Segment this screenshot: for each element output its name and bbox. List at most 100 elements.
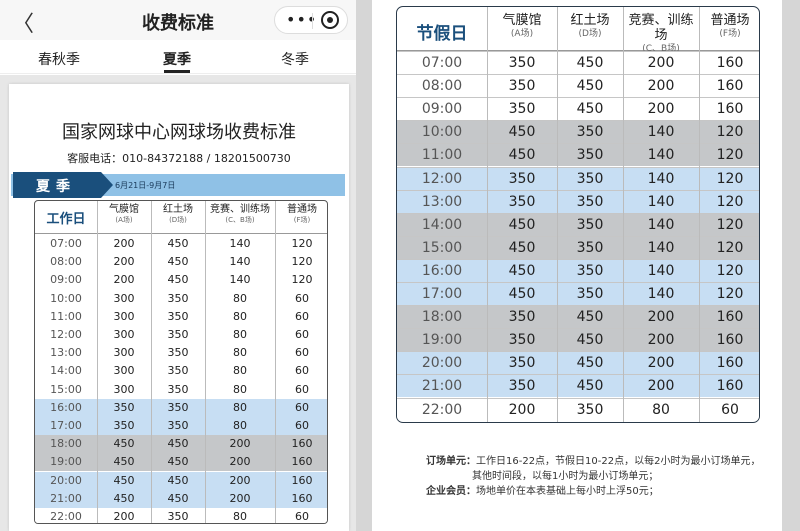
table-row: 07:00 200 450 140 120 bbox=[35, 235, 327, 253]
table-row: 12:00 350 350 140 120 bbox=[397, 166, 759, 190]
time-cell: 11:00 bbox=[50, 309, 82, 323]
price-cell: 140 bbox=[647, 216, 675, 233]
document-title: 国家网球中心网球场收费标准 bbox=[62, 122, 296, 143]
time-cell: 07:00 bbox=[421, 55, 463, 71]
price-cell: 300 bbox=[113, 346, 135, 360]
price-cell: 350 bbox=[167, 309, 189, 323]
price-cell: 200 bbox=[647, 78, 675, 95]
price-cell: 450 bbox=[113, 491, 135, 505]
column-sub: (D场) bbox=[169, 216, 187, 224]
price-cell: 140 bbox=[647, 239, 675, 256]
price-cell: 450 bbox=[576, 378, 604, 395]
nav-bar: 〈 收费标准 ••• bbox=[0, 0, 356, 40]
column-divider bbox=[97, 201, 98, 523]
record-target-icon[interactable] bbox=[321, 11, 339, 29]
price-cell: 140 bbox=[647, 286, 675, 302]
price-cell: 300 bbox=[113, 328, 135, 341]
price-cell: 450 bbox=[113, 437, 135, 451]
column-sub: (D场) bbox=[578, 29, 602, 39]
holiday-price-table: 节假日 气膜馆 (A场) 红土场 (D场) 竞赛、训练场 (C、B场) 普通场 (F场)… bbox=[396, 6, 760, 423]
tab-winter[interactable]: 冬季 bbox=[255, 49, 335, 69]
price-cell: 160 bbox=[716, 55, 744, 71]
column-name: 竞赛、训练场 bbox=[628, 13, 694, 43]
price-cell: 60 bbox=[295, 382, 309, 396]
time-cell: 16:00 bbox=[50, 400, 82, 414]
price-cell: 450 bbox=[576, 55, 604, 71]
price-cell: 200 bbox=[229, 491, 251, 505]
price-cell: 120 bbox=[291, 255, 313, 269]
active-tab-indicator bbox=[164, 70, 190, 73]
price-cell: 80 bbox=[233, 400, 247, 414]
holiday-header: 节假日 bbox=[416, 24, 468, 44]
column-sub: (A场) bbox=[510, 29, 534, 39]
column-divider bbox=[275, 201, 276, 523]
price-cell: 160 bbox=[291, 473, 313, 487]
price-cell: 350 bbox=[508, 378, 536, 395]
price-cell: 350 bbox=[508, 170, 536, 187]
price-cell: 120 bbox=[291, 273, 313, 287]
price-cell: 80 bbox=[233, 382, 247, 396]
table-row: 11:00 450 350 140 120 bbox=[397, 143, 759, 167]
price-cell: 80 bbox=[233, 346, 247, 360]
price-cell: 160 bbox=[291, 491, 313, 505]
booking-unit-line2: 其他时间段，以每1小时为最小订场单元； bbox=[472, 471, 659, 482]
time-cell: 07:00 bbox=[50, 237, 82, 250]
price-cell: 160 bbox=[291, 437, 313, 451]
time-cell: 17:00 bbox=[421, 286, 463, 302]
column-name: 红土场 bbox=[570, 13, 610, 28]
price-cell: 80 bbox=[233, 419, 247, 432]
capsule-divider bbox=[312, 13, 313, 29]
time-cell: 19:00 bbox=[50, 455, 82, 469]
column-header: 竞赛、训练场 (C、B场) bbox=[623, 13, 699, 55]
price-cell: 140 bbox=[647, 170, 675, 187]
price-cell: 450 bbox=[167, 237, 189, 250]
price-cell: 350 bbox=[576, 262, 604, 279]
price-cell: 350 bbox=[167, 364, 189, 378]
price-cell: 120 bbox=[716, 286, 744, 302]
time-cell: 09:00 bbox=[50, 273, 82, 287]
time-cell: 14:00 bbox=[50, 364, 82, 378]
time-cell: 17:00 bbox=[50, 419, 82, 432]
time-cell: 21:00 bbox=[421, 378, 463, 395]
price-cell: 450 bbox=[576, 332, 604, 349]
price-cell: 350 bbox=[576, 216, 604, 233]
price-document: 国家网球中心网球场收费标准 客服电话：010-84372188 / 182015… bbox=[9, 84, 349, 531]
price-cell: 200 bbox=[647, 101, 675, 118]
price-cell: 120 bbox=[716, 147, 744, 164]
price-cell: 140 bbox=[229, 255, 251, 269]
table-row: 17:00 350 350 80 60 bbox=[35, 417, 327, 435]
price-cell: 450 bbox=[113, 455, 135, 469]
tab-spring-autumn[interactable]: 春秋季 bbox=[19, 49, 99, 69]
time-cell: 22:00 bbox=[50, 510, 82, 523]
price-cell: 80 bbox=[652, 401, 670, 418]
price-cell: 160 bbox=[716, 78, 744, 95]
price-cell: 350 bbox=[576, 401, 604, 418]
member-note: 企业会员：场地单价在本表基础上每小时上浮50元； bbox=[426, 484, 659, 499]
price-cell: 450 bbox=[508, 239, 536, 256]
table-row: 08:00 350 450 200 160 bbox=[397, 74, 759, 98]
column-name: 红土场 bbox=[163, 204, 193, 215]
price-cell: 160 bbox=[716, 378, 744, 395]
table-row: 13:00 350 350 140 120 bbox=[397, 189, 759, 213]
column-name: 普通场 bbox=[287, 204, 317, 215]
phone-screen: 〈 收费标准 ••• 春秋季 夏季 冬季 国家网球中心网球场收费标准 客服电话：… bbox=[0, 0, 356, 531]
table-row: 08:00 200 450 140 120 bbox=[35, 253, 327, 272]
column-divider bbox=[487, 7, 488, 422]
column-sub: (F场) bbox=[719, 29, 741, 39]
price-cell: 60 bbox=[295, 346, 309, 360]
price-cell: 450 bbox=[508, 216, 536, 233]
price-cell: 120 bbox=[716, 170, 744, 187]
price-cell: 350 bbox=[508, 101, 536, 118]
price-cell: 80 bbox=[233, 510, 247, 523]
time-cell: 15:00 bbox=[50, 382, 82, 396]
price-cell: 450 bbox=[167, 473, 189, 487]
column-header: 红土场 (D场) bbox=[557, 13, 623, 40]
price-cell: 140 bbox=[647, 147, 675, 164]
time-cell: 15:00 bbox=[421, 239, 463, 256]
price-cell: 160 bbox=[716, 309, 744, 326]
price-cell: 300 bbox=[113, 291, 135, 305]
tab-summer[interactable]: 夏季 bbox=[137, 49, 217, 69]
price-cell: 140 bbox=[229, 237, 251, 250]
price-cell: 350 bbox=[576, 193, 604, 210]
price-cell: 450 bbox=[508, 286, 536, 302]
